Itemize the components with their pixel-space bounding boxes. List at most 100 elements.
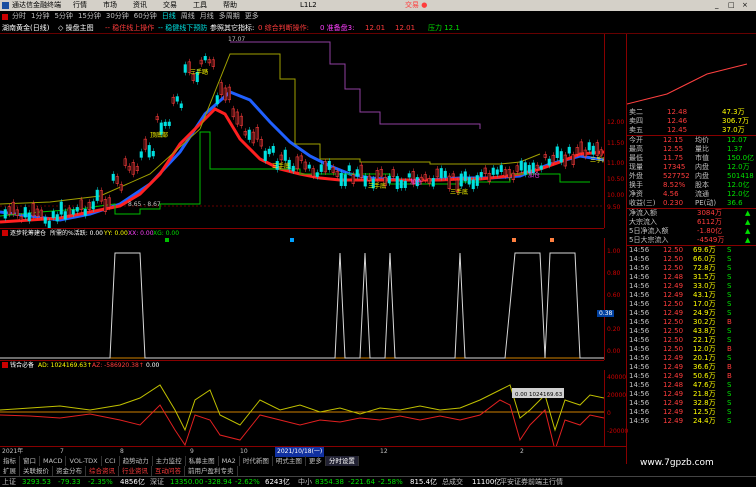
ask-label: 卖四 bbox=[629, 117, 643, 125]
tab-era[interactable]: 时代新图 bbox=[240, 456, 273, 466]
menu-item[interactable]: 工具 bbox=[193, 0, 207, 11]
tab-intraday-settings[interactable]: 分时设置 bbox=[325, 456, 359, 466]
tick-side: B bbox=[727, 318, 732, 326]
period-tab[interactable]: 分时 bbox=[12, 11, 26, 22]
indicator-value: 12.01 bbox=[365, 24, 386, 32]
stat-value: 12.55 bbox=[663, 145, 684, 153]
sz-change: -328.94 bbox=[205, 478, 233, 486]
stat-label: 内盘 bbox=[695, 163, 709, 171]
tab-more[interactable]: 更多 bbox=[306, 456, 326, 466]
sh-label[interactable]: 上证 bbox=[2, 477, 16, 487]
menu-item[interactable]: 行情 bbox=[73, 0, 87, 11]
panel-toggle-icon[interactable] bbox=[2, 14, 8, 20]
tab-ma2[interactable]: MA2 bbox=[219, 456, 240, 466]
minimize-button[interactable]: _ bbox=[715, 0, 719, 11]
tab-monitor[interactable]: 主力监控 bbox=[153, 456, 186, 466]
tick-row: 14:56 12.49 24.4万 S bbox=[627, 417, 756, 426]
tick-side: S bbox=[727, 273, 732, 281]
period-tab[interactable]: 1分钟 bbox=[31, 11, 49, 22]
flow-label: 净流入额 bbox=[629, 209, 657, 217]
tab-related[interactable]: 关联报价 bbox=[20, 466, 53, 476]
tick-price: 12.50 bbox=[663, 318, 684, 326]
tick-row: 14:56 12.50 30.2万 B bbox=[627, 318, 756, 327]
tick-time: 14:56 bbox=[629, 345, 650, 353]
ind1-chart[interactable] bbox=[0, 238, 604, 360]
axis-tick: 10.50 bbox=[607, 176, 625, 183]
main-indicator-name[interactable]: ◇ 操盘主图 bbox=[58, 22, 94, 34]
menu-item[interactable]: 帮助 bbox=[223, 0, 237, 11]
menu-item[interactable]: 交易 bbox=[163, 0, 177, 11]
tab-vol[interactable]: VOL-TDX bbox=[66, 456, 102, 466]
watermark: www.7gpzb.com bbox=[640, 458, 714, 468]
ind2-chart[interactable]: 0.00 1024169.63 bbox=[0, 370, 604, 456]
tab-cci[interactable]: CCI bbox=[102, 456, 120, 466]
tick-price: 12.49 bbox=[663, 408, 684, 416]
sz-pct: -2.62% bbox=[235, 478, 260, 486]
tab-capital[interactable]: 资金分布 bbox=[53, 466, 86, 476]
stat-label: 今开 bbox=[629, 136, 643, 144]
tab-macd[interactable]: MACD bbox=[40, 456, 67, 466]
tick-volume: 24.4万 bbox=[693, 417, 716, 425]
period-tab[interactable]: 5分钟 bbox=[54, 11, 72, 22]
sh-pct: -2.35% bbox=[88, 478, 113, 486]
app-title: 通达信金融终端 bbox=[12, 1, 61, 9]
stat-label: 外盘 bbox=[629, 172, 643, 180]
tab-indicator[interactable]: 指标 bbox=[0, 456, 20, 466]
maximize-button[interactable]: □ bbox=[728, 0, 735, 11]
tab-industry[interactable]: 行业资讯 bbox=[119, 466, 152, 476]
menu-item[interactable]: 市场 bbox=[103, 0, 117, 11]
sh-amount: 4856亿 bbox=[120, 478, 145, 486]
ask-label: 卖五 bbox=[629, 126, 643, 134]
tick-side: S bbox=[727, 282, 732, 290]
sh-change: -79.33 bbox=[58, 478, 81, 486]
main-menu: 行情 市场 资讯 交易 工具 帮助 bbox=[73, 0, 433, 11]
close-button[interactable]: × bbox=[742, 0, 748, 11]
menu-item[interactable]: 资讯 bbox=[133, 0, 147, 11]
tick-side: S bbox=[727, 246, 732, 254]
tab-window[interactable]: 窗口 bbox=[20, 456, 40, 466]
ask-label: 卖二 bbox=[629, 108, 643, 116]
tick-row: 14:56 12.50 72.8万 S bbox=[627, 264, 756, 273]
tab-extend[interactable]: 扩展 bbox=[0, 466, 20, 476]
tab-ming[interactable]: 明式主图 bbox=[273, 456, 306, 466]
tick-volume: 69.6万 bbox=[693, 246, 716, 254]
price-chart[interactable]: 8.65 - 8.67 17.07 三手踏 顶底部 三手底 三手底 加仓 三手底… bbox=[0, 34, 604, 228]
stat-label: 均价 bbox=[695, 136, 709, 144]
sz-amount: 6243亿 bbox=[265, 478, 290, 486]
tick-price: 12.49 bbox=[663, 354, 684, 362]
stat-row: 现量 17345 内盘 12.0万 bbox=[627, 163, 756, 172]
tab-user[interactable]: 前用户盈利专卖 bbox=[185, 466, 238, 476]
tick-price: 12.50 bbox=[663, 264, 684, 272]
period-tab[interactable]: 月线 bbox=[200, 11, 214, 22]
tab-qa[interactable]: 互动问答 bbox=[152, 466, 185, 476]
zx-label[interactable]: 中小 bbox=[298, 477, 312, 487]
tick-side: S bbox=[727, 417, 732, 425]
period-tab-active[interactable]: 日线 bbox=[162, 11, 176, 22]
indicator-line-label: 0 准备盘3: bbox=[320, 24, 355, 32]
axis-tick: 0.00 bbox=[607, 348, 621, 355]
stat-value: 12.0万 bbox=[727, 163, 750, 171]
period-tab[interactable]: 60分钟 bbox=[134, 11, 157, 22]
sz-label[interactable]: 深证 bbox=[150, 477, 164, 487]
ind2-svg: 0.00 1024169.63 bbox=[0, 384, 604, 452]
trade-button[interactable]: 交易 ● bbox=[405, 0, 427, 11]
tick-row: 14:56 12.49 12.5万 S bbox=[627, 408, 756, 417]
tab-private[interactable]: 私募主图 bbox=[186, 456, 219, 466]
period-tab[interactable]: 周线 bbox=[181, 11, 195, 22]
tick-time: 14:56 bbox=[629, 273, 650, 281]
period-tab[interactable]: 30分钟 bbox=[106, 11, 129, 22]
indicator-tabs: 指标 窗口 MACD VOL-TDX CCI 趋势动力 主力监控 私募主图 MA2 时代新图 明式主… bbox=[0, 456, 626, 466]
price-axis: 12.00 11.50 11.00 10.50 10.00 9.50 bbox=[604, 34, 625, 228]
candles-group bbox=[3, 53, 603, 228]
tab-news[interactable]: 综合资讯 bbox=[86, 466, 119, 476]
tab-trend[interactable]: 趋势动力 bbox=[120, 456, 153, 466]
period-tab[interactable]: 更多 bbox=[245, 11, 259, 22]
tick-time: 14:56 bbox=[629, 372, 650, 380]
stat-value: 1.37 bbox=[727, 145, 743, 153]
ind1-axis: 1.00 0.80 0.60 0.38 0.20 0.00 bbox=[597, 238, 625, 360]
tick-time: 14:56 bbox=[629, 381, 650, 389]
period-tab[interactable]: 多周期 bbox=[219, 11, 240, 22]
signal-label: 三手底 bbox=[368, 182, 386, 190]
tick-row: 14:56 12.49 21.8万 S bbox=[627, 390, 756, 399]
period-tab[interactable]: 15分钟 bbox=[78, 11, 101, 22]
